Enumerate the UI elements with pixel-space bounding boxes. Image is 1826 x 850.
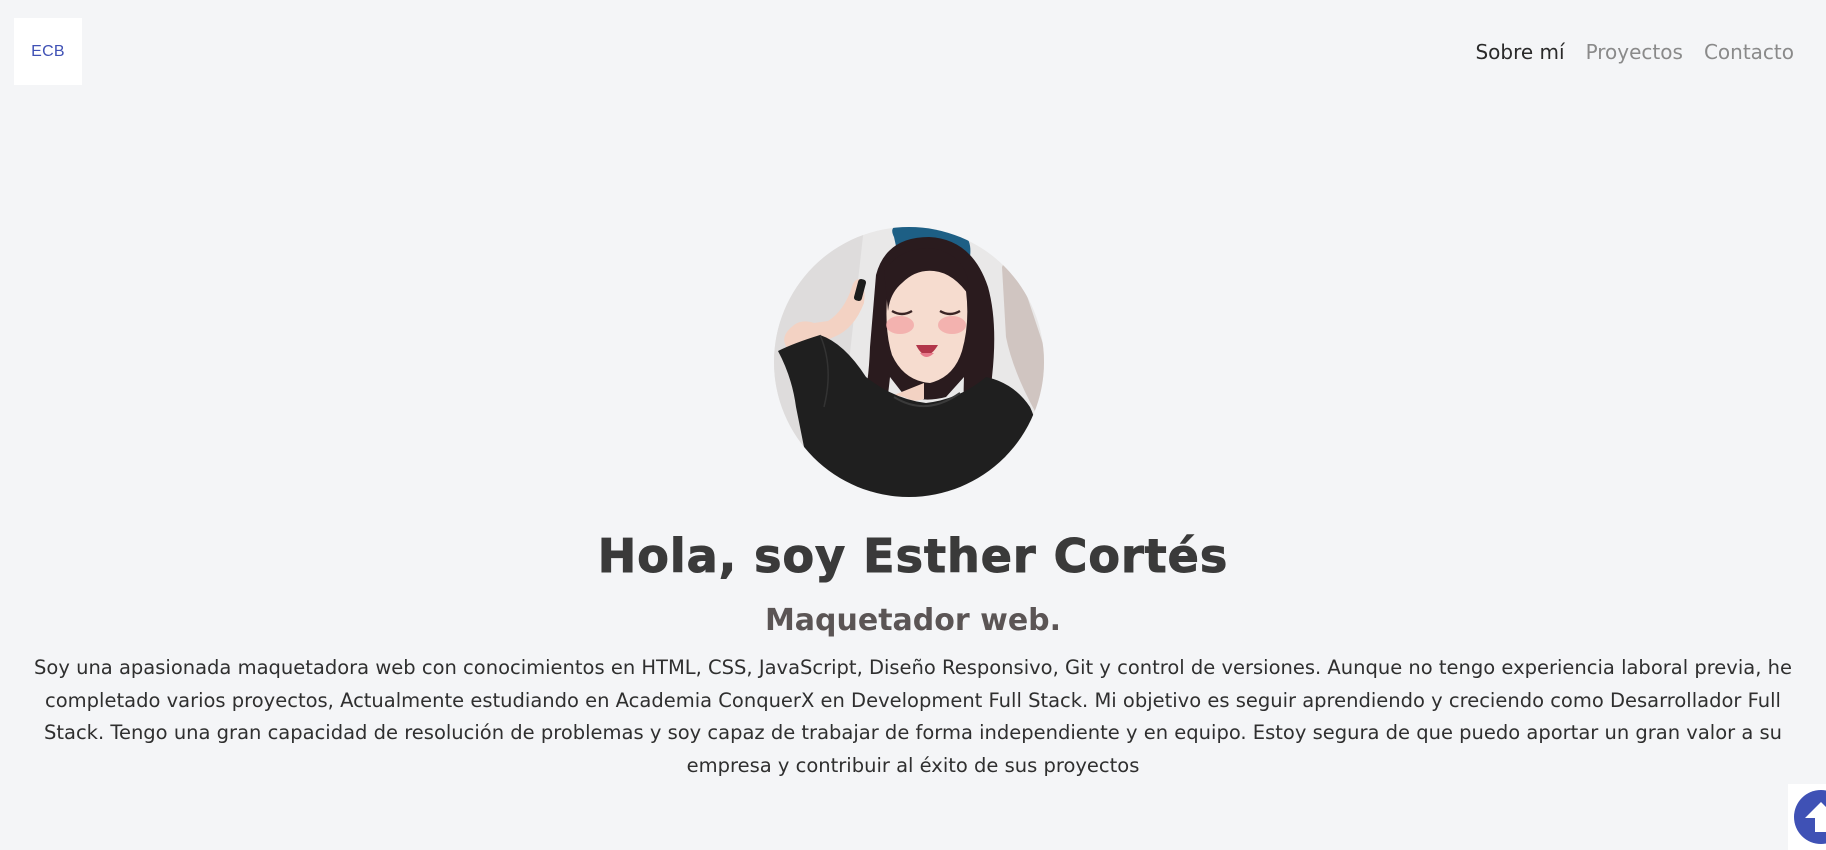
nav-link-proyectos[interactable]: Proyectos [1586,37,1683,67]
hero-bio: Soy una apasionada maquetadora web con c… [34,656,1792,777]
nav-link-contacto[interactable]: Contacto [1704,37,1794,67]
arrow-up-icon [1805,802,1826,832]
scroll-top-container [1788,784,1826,850]
nav-link-sobre-mi[interactable]: Sobre mí [1475,37,1564,67]
hero-subtitle: Maquetador web. [764,603,1062,638]
hero-title: Hola, soy Esther Cortés [597,529,1229,584]
profile-avatar [774,227,1044,497]
main-nav: Sobre mí Proyectos Contacto [1475,37,1794,67]
logo-text: ECB [31,42,65,60]
avatar-illustration [774,227,1044,497]
scroll-to-top-button[interactable] [1794,790,1826,844]
logo[interactable]: ECB [14,18,82,85]
